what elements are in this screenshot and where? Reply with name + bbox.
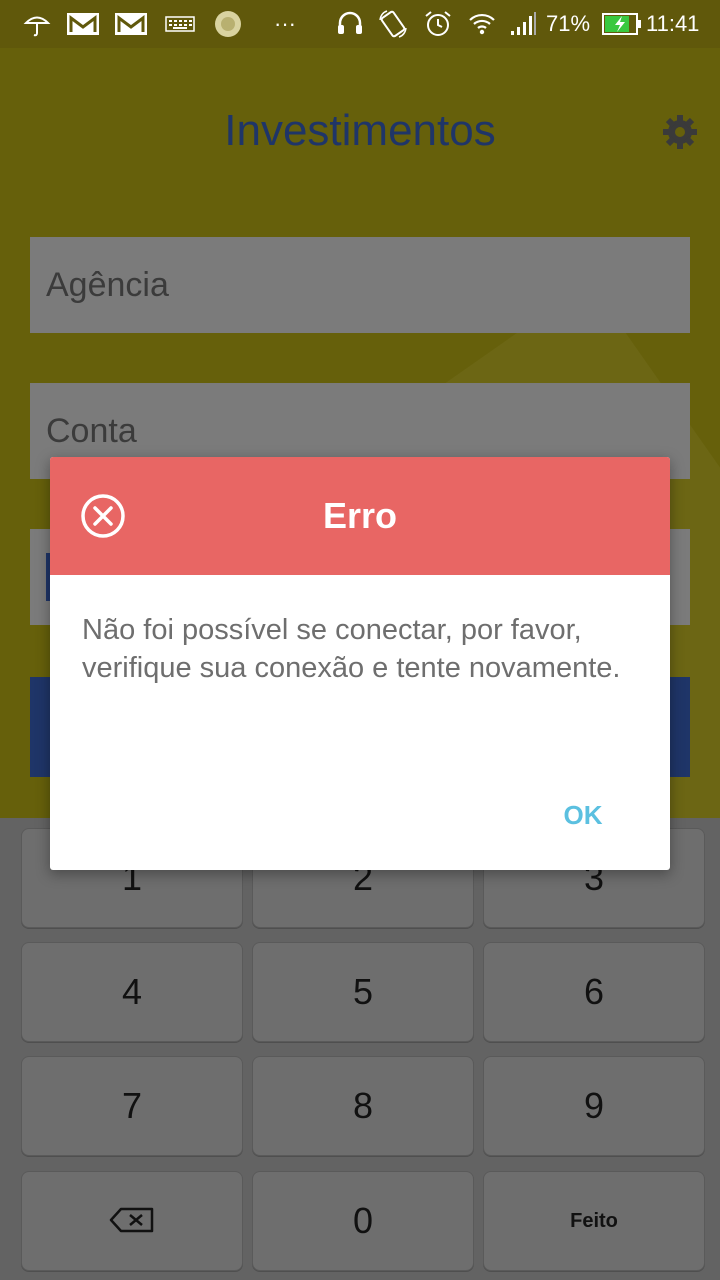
key-0[interactable]: 0 (252, 1171, 474, 1271)
error-dialog: Erro Não foi possível se conectar, por f… (50, 457, 670, 870)
key-5[interactable]: 5 (252, 942, 474, 1042)
dialog-title: Erro (322, 495, 398, 536)
status-bar: ··· 71% 11:41 (0, 0, 720, 48)
ok-button[interactable]: OK (548, 789, 618, 841)
key-6[interactable]: 6 (483, 942, 705, 1042)
backspace-icon (109, 1200, 155, 1242)
numeric-keypad: 1 2 3 4 5 6 7 8 9 0 Feito (0, 818, 720, 1280)
gmail-icon (114, 10, 148, 38)
headset-icon (334, 10, 366, 38)
key-9[interactable]: 9 (483, 1056, 705, 1156)
done-key[interactable]: Feito (483, 1171, 705, 1271)
key-8[interactable]: 8 (252, 1056, 474, 1156)
gear-icon (660, 115, 700, 156)
signal-icon (508, 10, 538, 38)
app-title: Investimentos (224, 106, 496, 155)
dialog-message: Não foi possível se conectar, por favor,… (82, 614, 621, 684)
alarm-icon (422, 10, 454, 38)
screen-rotate-icon (376, 10, 410, 38)
battery-charging-icon (602, 10, 642, 38)
dialog-header: Erro (50, 457, 670, 575)
weather-umbrella-icon (22, 10, 52, 38)
key-7[interactable]: 7 (21, 1056, 243, 1156)
wifi-icon (466, 10, 498, 38)
settings-button[interactable] (660, 112, 700, 152)
agencia-placeholder: Agência (46, 266, 169, 304)
key-4[interactable]: 4 (21, 942, 243, 1042)
sun-icon (212, 10, 244, 38)
overflow-dots: ··· (274, 11, 296, 36)
keyboard-icon (164, 10, 196, 38)
clock-time: 11:41 (646, 11, 700, 36)
gmail-icon (66, 10, 100, 38)
agencia-input[interactable]: Agência (30, 237, 690, 333)
backspace-key[interactable] (21, 1171, 243, 1271)
battery-percent: 71% (546, 11, 591, 36)
